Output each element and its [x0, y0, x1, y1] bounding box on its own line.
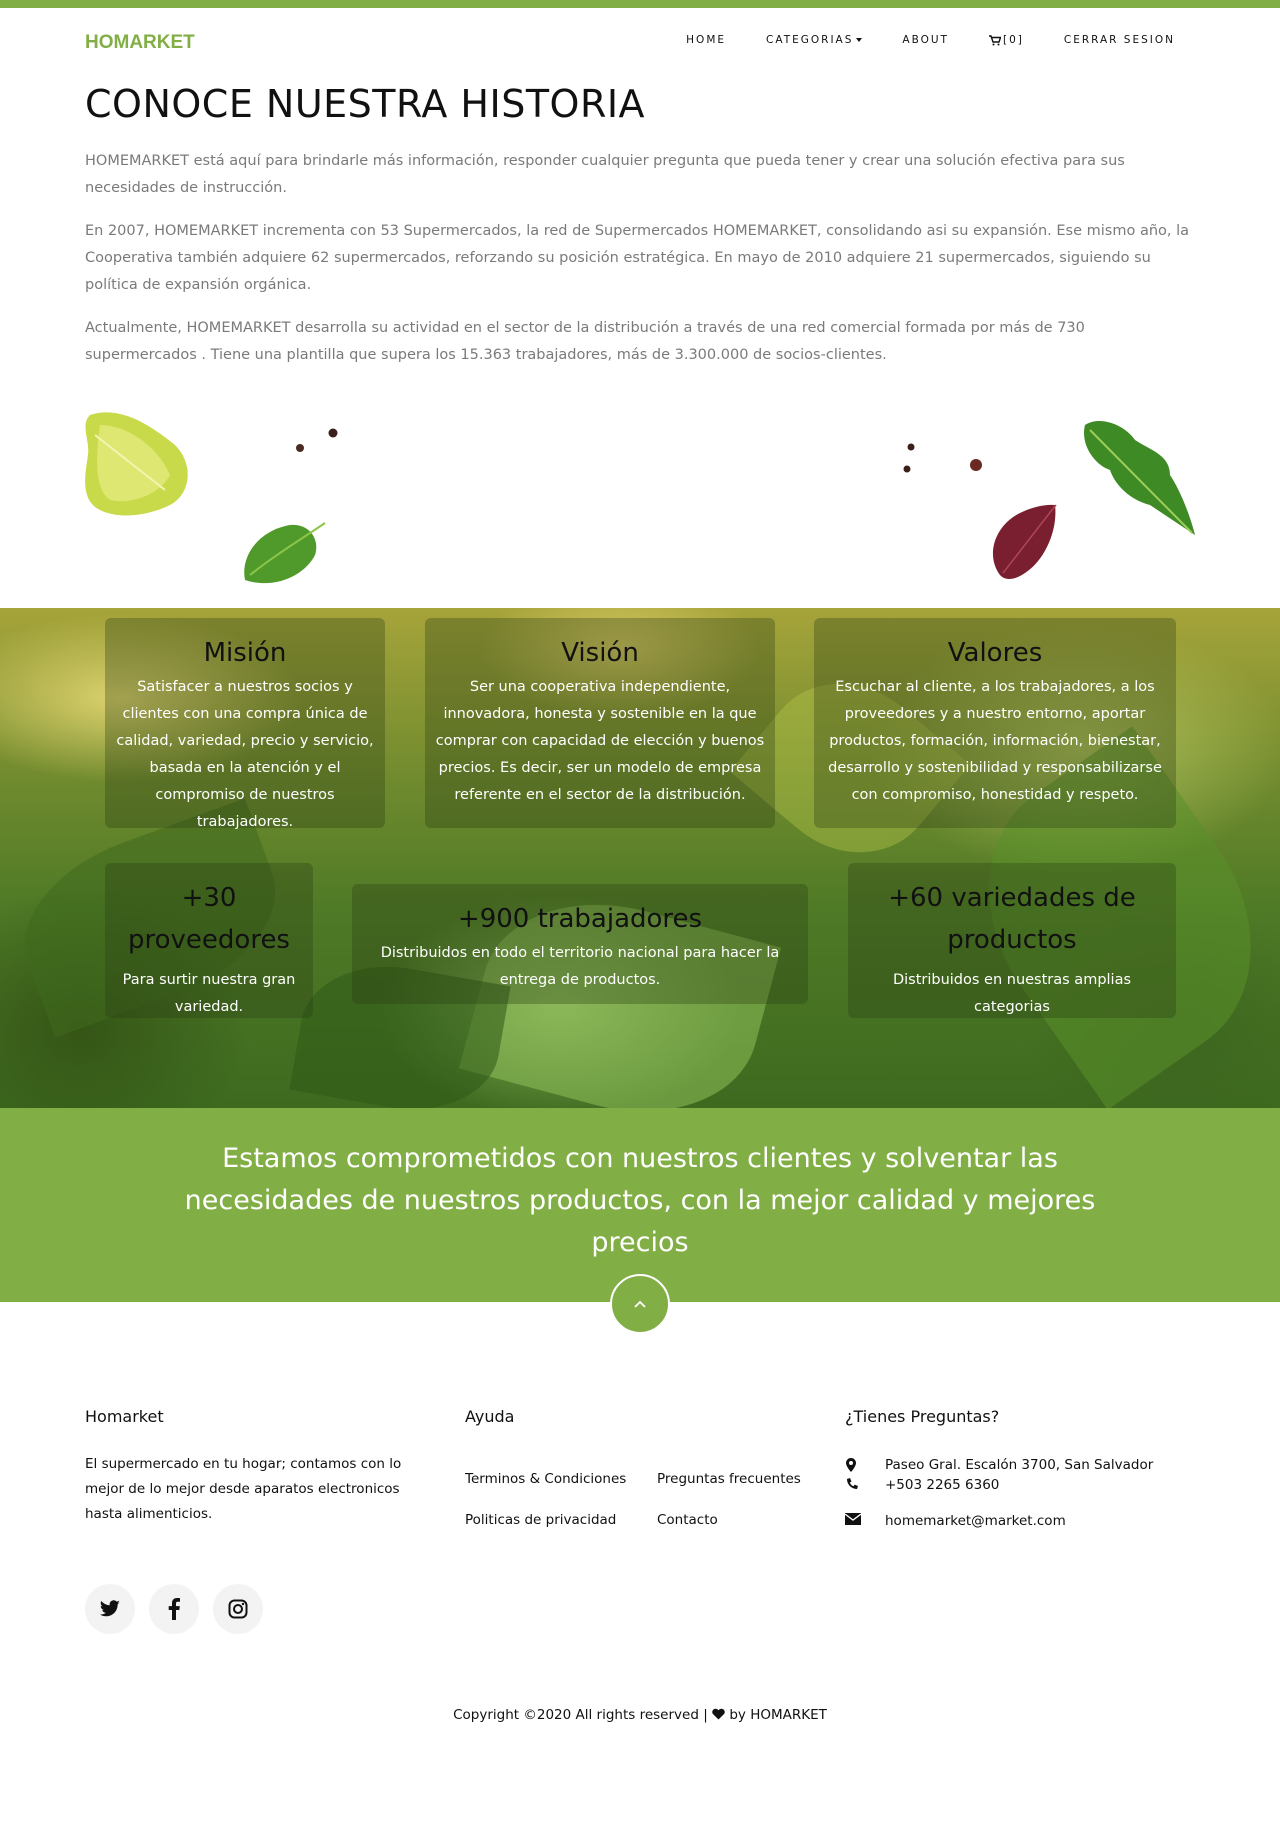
valores-title: Valores [947, 638, 1043, 668]
nav-categorias-dropdown[interactable]: CATEGORIAS [766, 34, 863, 46]
instagram-button[interactable] [213, 1584, 263, 1634]
proveedores-card: +30 proveedores Para surtir nuestra gran… [105, 863, 313, 1018]
footer-help-title: Ayuda [465, 1407, 515, 1426]
lettuce-leaf-image [85, 412, 188, 516]
copyright: Copyright ©2020 All rights reserved | by… [0, 1707, 1280, 1723]
phone-text: +503 2265 6360 [885, 1477, 1000, 1493]
contact-link[interactable]: Contacto [657, 1512, 718, 1528]
footer-about-text: El supermercado en tu hogar; contamos co… [85, 1456, 402, 1522]
instagram-icon [228, 1599, 248, 1619]
privacy-link[interactable]: Politicas de privacidad [465, 1512, 616, 1528]
decorative-leaves [0, 405, 1280, 605]
nav-categorias-label: CATEGORIAS [766, 34, 854, 46]
cart-icon [988, 34, 1001, 45]
social-links [85, 1584, 263, 1634]
caret-down-icon [856, 38, 863, 42]
faq-link[interactable]: Preguntas frecuentes [657, 1471, 801, 1487]
copyright-prefix: Copyright ©2020 All rights reserved | [453, 1707, 708, 1723]
values-banner: Misión Satisfacer a nuestros socios y cl… [0, 608, 1280, 1108]
address-row: Paseo Gral. Escalón 3700, San Salvador [845, 1457, 1153, 1477]
nav-about[interactable]: ABOUT [902, 34, 949, 46]
brand-logo[interactable]: HOMARKET [85, 32, 195, 54]
history-section: CONOCE NUESTRA HISTORIA HOMEMARKET está … [85, 82, 1197, 385]
spinach-leaf-image [244, 522, 326, 584]
trabajadores-title: +900 trabajadores [457, 904, 703, 934]
trabajadores-card: +900 trabajadores Distribuidos en todo e… [352, 884, 808, 1004]
facebook-button[interactable] [149, 1584, 199, 1634]
envelope-icon [844, 1513, 862, 1525]
mision-title: Misión [203, 638, 287, 668]
commitment-banner: Estamos comprometidos con nuestros clien… [0, 1108, 1280, 1302]
footer-contact-title: ¿Tienes Preguntas? [845, 1407, 1000, 1426]
peppercorn [328, 428, 338, 438]
commitment-text: Estamos comprometidos con nuestros clien… [184, 1143, 1096, 1258]
variedades-card: +60 variedades de productos Distribuidos… [848, 863, 1176, 1018]
peppercorn [903, 465, 911, 473]
variedades-title: +60 variedades de productos [888, 883, 1136, 955]
peppercorn [907, 443, 915, 451]
vision-text: Ser una cooperativa independiente, innov… [435, 679, 765, 803]
red-chard-leaf-image [992, 504, 1057, 579]
copyright-suffix: by HOMARKET [729, 1707, 827, 1723]
facebook-icon [168, 1598, 180, 1620]
vision-card: Visión Ser una cooperativa independiente… [425, 618, 775, 828]
history-paragraph: Actualmente, HOMEMARKET desarrolla su ac… [85, 320, 1085, 363]
nav-logout-label: CERRAR SESION [1063, 34, 1175, 46]
top-accent-bar [0, 0, 1280, 8]
nav-menu: HOME CATEGORIAS ABOUT [0] CERRAR SESION [646, 34, 1175, 46]
leaves-illustration [85, 412, 1195, 584]
vision-title: Visión [561, 638, 639, 668]
navbar: HOMARKET HOME CATEGORIAS ABOUT [0] CERRA… [0, 8, 1280, 74]
twitter-button[interactable] [85, 1584, 135, 1634]
footer-about: Homarket El supermercado en tu hogar; co… [85, 1407, 425, 1527]
twitter-icon [99, 1600, 120, 1617]
proveedores-text: Para surtir nuestra gran variedad. [122, 972, 296, 1015]
nav-cart[interactable]: [0] [988, 34, 1024, 46]
nav-about-label: ABOUT [902, 34, 949, 46]
valores-text: Escuchar al cliente, a los trabajadores,… [828, 679, 1162, 803]
arugula-leaf-image [1084, 420, 1195, 535]
valores-card: Valores Escuchar al cliente, a los traba… [814, 618, 1176, 828]
nav-logout[interactable]: CERRAR SESION [1064, 34, 1175, 46]
mision-card: Misión Satisfacer a nuestros socios y cl… [105, 618, 385, 830]
peppercorn [970, 459, 982, 471]
phone-row: +503 2265 6360 [845, 1477, 999, 1495]
footer-about-title: Homarket [85, 1407, 164, 1426]
footer-help: Ayuda Terminos & Condiciones Preguntas f… [465, 1407, 825, 1528]
peppercorn [296, 444, 304, 452]
terms-link[interactable]: Terminos & Condiciones [465, 1471, 626, 1487]
heart-icon [712, 1708, 725, 1720]
mision-text: Satisfacer a nuestros socios y clientes … [116, 679, 374, 830]
cart-count: [0] [1002, 34, 1024, 46]
history-title: CONOCE NUESTRA HISTORIA [85, 82, 646, 126]
footer-contact: ¿Tienes Preguntas? Paseo Gral. Escalón 3… [844, 1407, 1205, 1537]
chevron-up-icon [634, 1300, 646, 1308]
nav-home-label: HOME [686, 34, 727, 46]
nav-home[interactable]: HOME [686, 34, 726, 46]
address-text: Paseo Gral. Escalón 3700, San Salvador [885, 1457, 1154, 1473]
email-row: homemarket@market.com [844, 1513, 1066, 1529]
map-pin-icon [846, 1458, 856, 1472]
history-paragraph: HOMEMARKET está aquí para brindarle más … [85, 153, 1125, 196]
history-paragraph: En 2007, HOMEMARKET incrementa con 53 Su… [85, 223, 1190, 293]
trabajadores-text: Distribuidos en todo el territorio nacio… [380, 945, 780, 988]
scroll-to-top-button[interactable] [610, 1274, 670, 1334]
phone-icon [847, 1478, 858, 1489]
variedades-text: Distribuidos en nuestras amplias categor… [892, 972, 1132, 1015]
proveedores-title: +30 proveedores [128, 883, 290, 955]
email-link[interactable]: homemarket@market.com [885, 1513, 1066, 1529]
